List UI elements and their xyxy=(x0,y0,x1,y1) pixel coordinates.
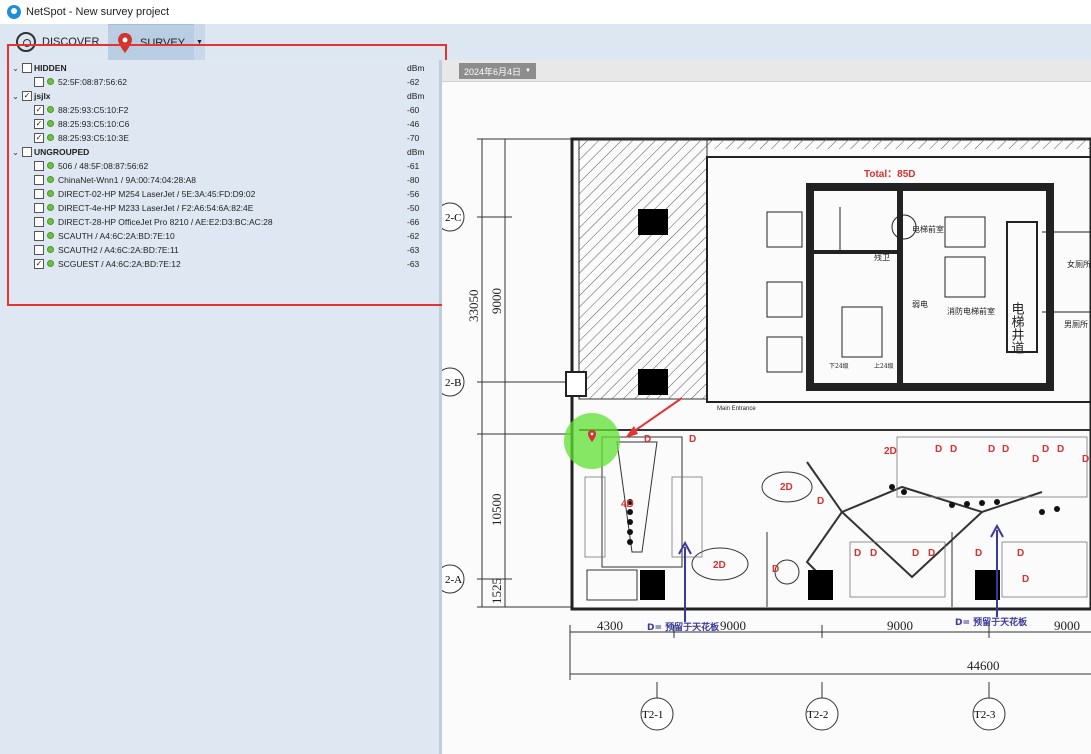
marker-d: D xyxy=(689,434,696,445)
marker-d: D xyxy=(1057,444,1064,455)
app-window: NetSpot - New survey project DISCOVER SU… xyxy=(0,0,1091,754)
marker-d: D xyxy=(1002,444,1009,455)
grid-label-t2-1: T2-1 xyxy=(642,709,663,721)
dim-9000-b: 9000 xyxy=(887,618,913,633)
red-arrow xyxy=(625,397,683,438)
fire-elevator-label: 消防电梯前室 xyxy=(947,306,995,316)
marker-d: D xyxy=(928,548,935,559)
marker-4d: 4D xyxy=(621,499,634,510)
annotation-right: D= 预留于天花板 xyxy=(955,616,1028,628)
womens-wc-label: 女厕所 xyxy=(1067,259,1091,269)
vertical-dimensions: 33050 9000 10500 1525 xyxy=(466,288,504,604)
elevator-shaft-label: 电梯井道 xyxy=(1009,302,1025,354)
marker-2d: 2D xyxy=(780,482,793,493)
dim-9000-a: 9000 xyxy=(720,618,746,633)
marker-d: D xyxy=(1032,454,1039,465)
floor-plan-canvas[interactable]: 2-C 2-B 2-A T2-1 T2-2 T2-3 33050 9000 10… xyxy=(435,82,1091,754)
grid-label-2c: 2-C xyxy=(445,212,462,224)
building-outline xyxy=(565,137,1091,611)
dim-9000-c: 9000 xyxy=(1054,618,1080,633)
grid-label-2b: 2-B xyxy=(445,377,462,389)
map-toolbar: 2024年6月4日 ▼ xyxy=(442,60,1091,82)
grid-axis-markers: 2-C 2-B 2-A T2-1 T2-2 T2-3 xyxy=(435,202,1006,731)
marker-d: D xyxy=(950,444,957,455)
dim-4300: 4300 xyxy=(597,618,623,633)
grid-label-t2-3: T2-3 xyxy=(974,709,996,721)
accessible-wc-label: 残卫 xyxy=(874,252,890,262)
mens-wc-label: 男厕所 xyxy=(1064,319,1088,329)
grid-label-2a: 2-A xyxy=(445,574,462,586)
date-label: 2024年6月4日 xyxy=(464,66,522,77)
bottom-dimension-lines xyxy=(569,625,1091,680)
marker-d: D xyxy=(644,434,651,445)
netspot-logo-icon xyxy=(7,5,21,19)
main-entrance-label: Main Entrance xyxy=(717,406,756,412)
marker-d: D xyxy=(1017,548,1024,559)
marker-2d: 2D xyxy=(713,560,726,571)
marker-d: D xyxy=(870,548,877,559)
marker-d: D xyxy=(975,548,982,559)
marker-d: D xyxy=(912,548,919,559)
floor-plan: 2-C 2-B 2-A T2-1 T2-2 T2-3 33050 9000 10… xyxy=(435,137,1091,731)
dim-33050: 33050 xyxy=(466,290,481,323)
elevator-hall-label: 电梯前室 xyxy=(912,224,944,234)
stair-up-label: 上24级 xyxy=(874,362,894,370)
dim-9000-v: 9000 xyxy=(489,288,504,314)
marker-d: D xyxy=(817,496,824,507)
red-highlight-box xyxy=(7,44,447,306)
left-dimension-lines xyxy=(477,138,572,608)
survey-probe-point[interactable] xyxy=(564,413,620,469)
map-view[interactable]: 2024年6月4日 ▼ 2-C 2-B 2-A T2-1 T2-2 T2-3 3… xyxy=(435,60,1091,754)
weak-current-label: 弱电 xyxy=(912,299,928,309)
marker-d: D xyxy=(1082,454,1089,465)
marker-d: D xyxy=(1022,574,1029,585)
dim-1525: 1525 xyxy=(489,578,504,604)
dim-44600: 44600 xyxy=(967,658,1000,673)
core-rooms xyxy=(706,156,1091,403)
date-dropdown[interactable]: 2024年6月4日 ▼ xyxy=(459,63,536,79)
ap-markers: D D 4D 2D 2D 2D D D D D D D D D D D D D … xyxy=(621,434,1089,585)
dim-10500: 10500 xyxy=(489,494,504,527)
office-floor xyxy=(579,429,1091,607)
stair-down-label: 下24级 xyxy=(829,362,849,370)
chevron-down-icon: ▼ xyxy=(525,68,531,74)
title-bar: NetSpot - New survey project xyxy=(0,0,1091,24)
marker-d: D xyxy=(1042,444,1049,455)
marker-d: D xyxy=(772,564,779,575)
marker-2d: 2D xyxy=(884,446,897,457)
marker-d: D xyxy=(854,548,861,559)
grid-label-t2-2: T2-2 xyxy=(807,709,828,721)
marker-d: D xyxy=(935,444,942,455)
marker-d: D xyxy=(988,444,995,455)
window-title: NetSpot - New survey project xyxy=(26,6,170,18)
annotation-left: D= 预留于天花板 xyxy=(647,621,720,633)
total-label: Total：85D xyxy=(864,169,916,180)
ceiling-annotations: D= 预留于天花板 D= 预留于天花板 xyxy=(647,523,1028,633)
